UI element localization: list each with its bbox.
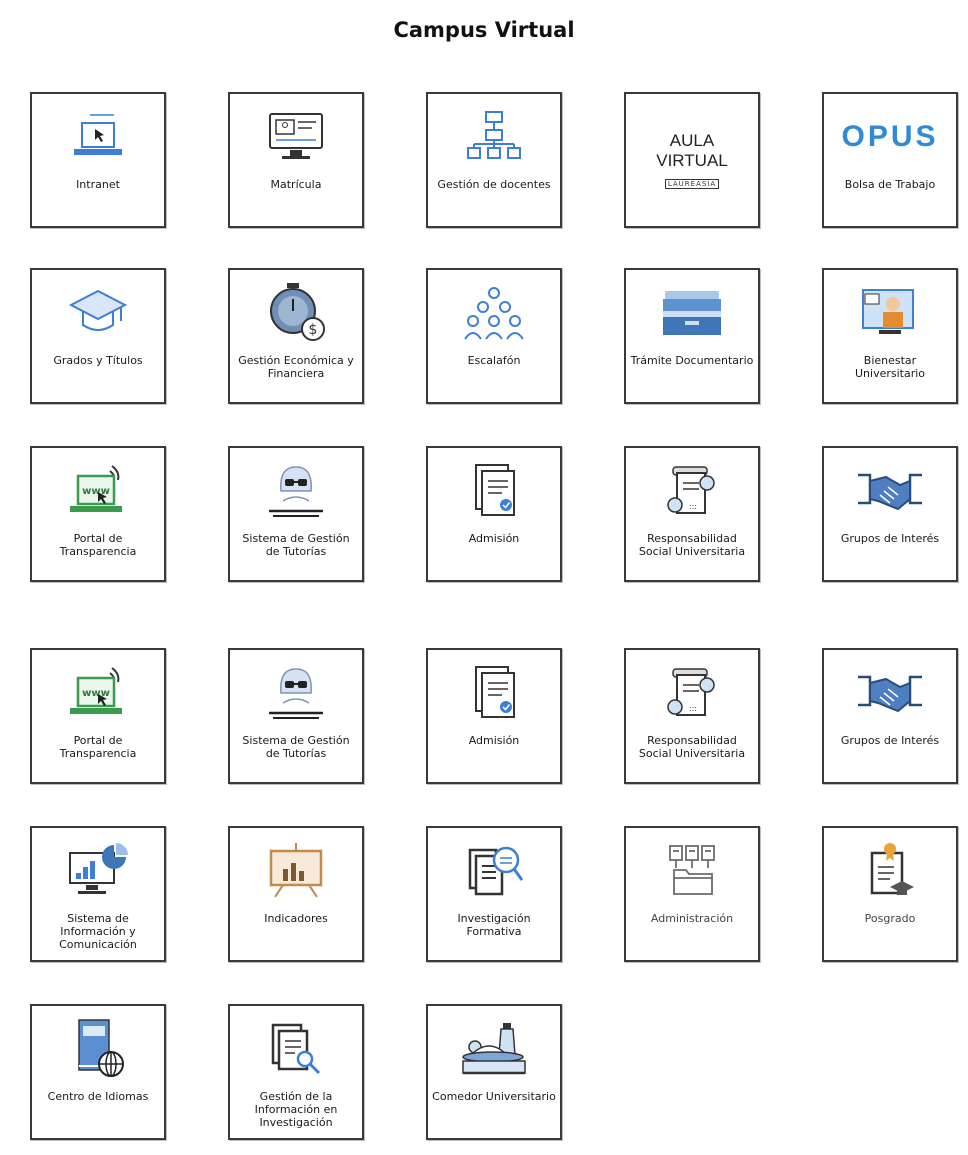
tile-portal-transparencia-1[interactable]: www Portal de Transparencia [30,446,166,582]
scroll-people-icon: ::: [626,660,758,726]
tile-label: Gestión de la Información en Investigaci… [254,1090,338,1129]
tile-matricula[interactable]: Matrícula [228,92,364,228]
tile-escalafon[interactable]: Escalafón [426,268,562,404]
tile-label: Centro de Idiomas [47,1090,149,1103]
document-search-icon [428,838,560,904]
tile-label: Investigación Formativa [457,912,531,938]
aula-virtual-logo-text: AULA [669,131,715,150]
laptop-www-icon: www [32,660,164,726]
svg-text::::: ::: [689,704,697,713]
tile-label: Portal de Transparencia [59,532,137,558]
tile-portal-transparencia-2[interactable]: www Portal de Transparencia [30,648,166,784]
tile-gestion-info-investigacion[interactable]: Gestión de la Información en Investigaci… [228,1004,364,1140]
page-title: Campus Virtual [393,18,575,42]
tile-gestion-docentes[interactable]: Gestión de docentes [426,92,562,228]
tile-label: Admisión [468,734,520,747]
tile-sic[interactable]: Sistema de Información y Comunicación [30,826,166,962]
tutor-reading-icon [230,660,362,726]
tile-label: Bienestar Universitario [854,354,926,380]
tile-label: Matrícula [270,178,322,191]
tile-tutorias-1[interactable]: Sistema de Gestión de Tutorías [228,446,364,582]
opus-logo-text: OPUS [841,120,939,153]
tile-label: Bolsa de Trabajo [844,178,936,191]
people-group-icon [428,280,560,346]
file-drawer-icon [626,280,758,346]
tile-investigacion-formativa[interactable]: Investigación Formativa [426,826,562,962]
tile-rsu-1[interactable]: ::: Responsabilidad Social Universitaria [624,446,760,582]
tile-aula-virtual[interactable]: AULA VIRTUAL LAUREASIA [624,92,760,228]
tile-label: Portal de Transparencia [59,734,137,760]
aula-virtual-logo-text: VIRTUAL [656,151,728,170]
tile-posgrado[interactable]: Posgrado [822,826,958,962]
tile-label: Escalafón [467,354,521,367]
scroll-people-icon: ::: [626,458,758,524]
opus-logo: OPUS [824,104,956,170]
tile-administracion[interactable]: Administración [624,826,760,962]
tile-label: Responsabilidad Social Universitaria [638,532,746,558]
svg-text:www: www [82,688,110,699]
monitor-chart-icon [32,838,164,904]
tile-label: Admisión [468,532,520,545]
tile-gestion-economica[interactable]: $ Gestión Económica y Financiera [228,268,364,404]
tile-label: Grados y Títulos [53,354,143,367]
svg-text:www: www [82,486,110,497]
certificate-cap-icon [824,838,956,904]
tile-comedor[interactable]: Comedor Universitario [426,1004,562,1140]
aula-virtual-logo-text: LAUREASIA [664,179,720,189]
board-chart-icon [230,838,362,904]
org-chart-icon [428,104,560,170]
tile-label: Intranet [76,178,120,191]
handshake-icon [824,458,956,524]
tile-label: Grupos de Interés [840,734,940,747]
tile-bienestar[interactable]: Bienestar Universitario [822,268,958,404]
tile-admision-2[interactable]: Admisión [426,648,562,784]
document-check-icon [428,458,560,524]
tile-grados-titulos[interactable]: Grados y Títulos [30,268,166,404]
laptop-www-icon: www [32,458,164,524]
svg-text::::: ::: [689,502,697,511]
tile-label: Gestión de docentes [437,178,551,191]
tile-label: Responsabilidad Social Universitaria [638,734,746,760]
food-tray-icon [428,1016,560,1082]
tile-bolsa-trabajo[interactable]: OPUS Bolsa de Trabajo [822,92,958,228]
video-call-icon [824,280,956,346]
book-globe-icon [32,1016,164,1082]
stopwatch-dollar-icon: $ [230,280,362,346]
folder-files-icon [626,838,758,904]
tile-grupos-interes-2[interactable]: Grupos de Interés [822,648,958,784]
monitor-form-icon [230,104,362,170]
tile-label: Sistema de Gestión de Tutorías [242,532,350,558]
handshake-icon [824,660,956,726]
tile-centro-idiomas[interactable]: Centro de Idiomas [30,1004,166,1140]
tile-tramite-documentario[interactable]: Trámite Documentario [624,268,760,404]
laptop-cursor-icon [32,104,164,170]
tile-indicadores[interactable]: Indicadores [228,826,364,962]
tile-tutorias-2[interactable]: Sistema de Gestión de Tutorías [228,648,364,784]
document-check-icon [428,660,560,726]
tile-label: Posgrado [864,912,916,925]
tile-label: Sistema de Información y Comunicación [59,912,137,951]
aula-virtual-logo: AULA VIRTUAL LAUREASIA [626,94,758,226]
tile-label: Grupos de Interés [840,532,940,545]
tile-rsu-2[interactable]: ::: Responsabilidad Social Universitaria [624,648,760,784]
tile-label: Indicadores [264,912,328,925]
graduation-cap-icon [32,280,164,346]
tile-grupos-interes-1[interactable]: Grupos de Interés [822,446,958,582]
tile-label: Comedor Universitario [432,1090,556,1103]
svg-text:$: $ [309,322,318,338]
tile-label: Sistema de Gestión de Tutorías [242,734,350,760]
tutor-reading-icon [230,458,362,524]
tile-label: Gestión Económica y Financiera [238,354,354,380]
tile-intranet[interactable]: Intranet [30,92,166,228]
tile-admision-1[interactable]: Admisión [426,446,562,582]
tile-label: Trámite Documentario [630,354,754,367]
tile-label: Administración [650,912,734,925]
document-magnifier-icon [230,1016,362,1082]
